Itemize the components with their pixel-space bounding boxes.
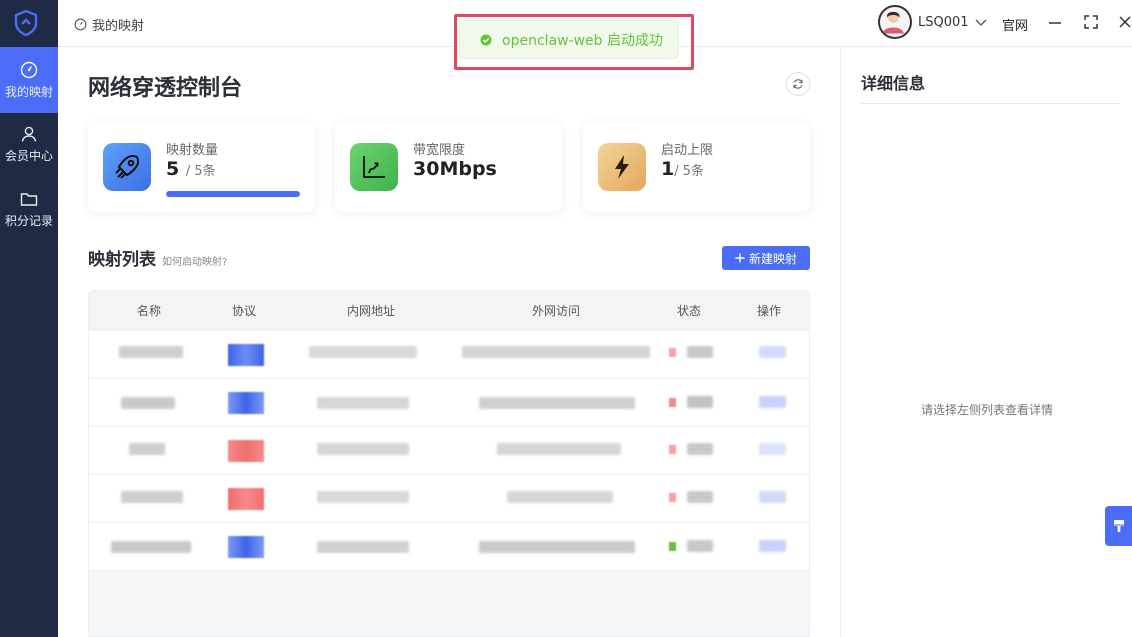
minimize-icon[interactable]	[1046, 13, 1064, 31]
table-row[interactable]	[89, 379, 809, 427]
stat-unit: / 5条	[185, 164, 216, 179]
sidebar-item-my-mappings[interactable]: 我的映射	[0, 47, 58, 113]
check-circle-icon	[480, 34, 492, 45]
page-title: 网络穿透控制台	[88, 76, 243, 101]
mapping-table: 名称 协议 内网地址 外网访问 状态 操作	[88, 290, 810, 637]
success-toast: openclaw-web 启动成功	[459, 20, 679, 59]
rocket-icon	[103, 143, 151, 191]
list-title-text: 映射列表	[88, 250, 156, 270]
sidebar-item-points-record[interactable]: 积分记录	[0, 178, 58, 244]
col-status: 状态	[676, 304, 702, 318]
stat-card-mapping-count: 映射数量 5 / 5条	[88, 122, 315, 212]
col-name: 名称	[136, 304, 162, 318]
detail-panel: 详细信息 请选择左侧列表查看详情	[840, 47, 1132, 637]
breadcrumb-text: 我的映射	[92, 19, 145, 34]
avatar-icon	[882, 11, 904, 34]
close-icon[interactable]	[1116, 13, 1132, 31]
new-mapping-label: 新建映射	[748, 251, 797, 266]
progress-bar	[166, 191, 300, 197]
dashboard-icon	[74, 18, 87, 31]
col-external-access: 外网访问	[531, 304, 581, 318]
username: LSQ001	[918, 15, 969, 30]
folder-icon	[20, 193, 38, 206]
divider	[861, 103, 1120, 104]
sidebar-item-label: 我的映射	[4, 85, 53, 99]
stat-card-bandwidth: 带宽限度 30Mbps	[335, 122, 562, 212]
chevron-down-icon	[975, 19, 987, 26]
user-icon	[21, 126, 37, 142]
stat-unit: / 5条	[674, 164, 705, 179]
stat-label: 启动上限	[661, 143, 714, 158]
stat-number: 1	[661, 158, 675, 180]
detail-title: 详细信息	[861, 74, 926, 93]
table-header: 名称 协议 内网地址 外网访问 状态 操作	[89, 291, 809, 330]
sidebar: 我的映射 会员中心 积分记录	[0, 0, 58, 637]
floating-action-button[interactable]	[1105, 506, 1132, 546]
shield-logo-icon	[14, 10, 38, 36]
breadcrumb: 我的映射	[74, 15, 144, 34]
chart-icon	[350, 143, 398, 191]
user-menu[interactable]: LSQ001	[918, 15, 987, 30]
table-row[interactable]	[89, 475, 809, 523]
stat-card-launch-limit: 启动上限 1/ 5条	[583, 122, 810, 212]
table-row[interactable]	[89, 427, 809, 475]
avatar[interactable]	[878, 5, 912, 39]
toast-message: openclaw-web 启动成功	[502, 32, 664, 49]
sidebar-item-label: 积分记录	[4, 214, 53, 228]
stat-value: 5 / 5条	[166, 158, 216, 180]
help-link[interactable]: 如何启动映射?	[162, 253, 227, 268]
stat-value: 30Mbps	[413, 158, 497, 180]
maximize-icon[interactable]	[1082, 13, 1100, 31]
table-row[interactable]	[89, 523, 809, 571]
col-protocol: 协议	[231, 304, 257, 318]
plus-icon	[735, 253, 745, 263]
stat-label: 带宽限度	[413, 143, 466, 158]
sidebar-item-member-center[interactable]: 会员中心	[0, 113, 58, 179]
bolt-icon	[598, 143, 646, 191]
stat-number: 5	[166, 158, 180, 180]
progress-fill	[166, 191, 300, 197]
col-internal-address: 内网地址	[346, 304, 396, 318]
col-actions: 操作	[756, 304, 782, 318]
brush-icon	[1113, 520, 1124, 532]
new-mapping-button[interactable]: 新建映射	[722, 246, 810, 270]
refresh-icon	[793, 79, 803, 89]
sidebar-item-label: 会员中心	[4, 149, 53, 163]
dashboard-icon	[20, 61, 38, 79]
list-title: 映射列表 如何启动映射?	[88, 245, 227, 270]
official-site-link[interactable]: 官网	[1002, 15, 1028, 34]
refresh-button[interactable]	[786, 72, 810, 96]
detail-empty-text: 请选择左侧列表查看详情	[920, 403, 1053, 417]
table-row[interactable]	[89, 331, 809, 379]
stat-label: 映射数量	[166, 143, 219, 158]
stat-value: 1/ 5条	[661, 158, 704, 180]
